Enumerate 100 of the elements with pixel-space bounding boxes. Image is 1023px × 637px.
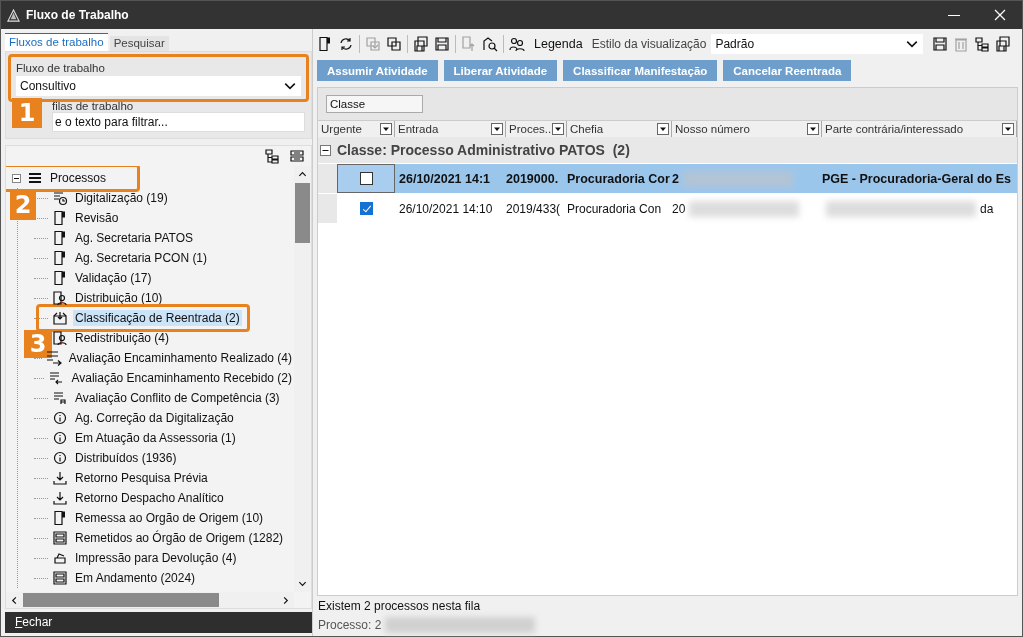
process-label: Processo: 2 [318,618,382,632]
tab[interactable]: Pesquisar [109,36,169,51]
table-row[interactable]: 26/10/2021 14:10 2019/433( Procuradoria Con 20 da [318,194,1017,223]
info-icon [52,430,68,446]
document-icon [52,510,68,526]
filter-dropdown-button[interactable] [380,123,392,135]
collapse-toggle[interactable] [12,173,21,183]
group-by-chip[interactable]: Classe [326,95,423,113]
document-icon [52,270,68,286]
tree-item[interactable]: Retorno Pesquisa Prévia [73,470,210,486]
list-icon [52,390,68,406]
cabinet-icon [52,530,68,546]
field-label: Fluxo de trabalho [16,61,106,76]
tree-item[interactable]: Em Andamento (2024) [73,570,198,586]
table-cell: 20 [672,201,686,216]
hierarchy-icon[interactable] [974,36,991,52]
save-icon[interactable] [932,36,949,52]
tree-item[interactable]: Ag. Secretaria PCON (1) [73,250,210,266]
legend-dropdown[interactable]: Legenda [534,37,583,51]
callout-number: 2 [10,190,36,220]
status-text: Existem 2 processos nesta fila [318,598,482,615]
table-cell: 2019/433( [506,201,561,216]
document-icon [52,210,68,226]
list-arrow-icon [45,350,62,366]
workflow-dropdown[interactable]: Consultivo [16,76,301,96]
tree-item[interactable]: Classificação de Reentrada (2) [73,310,242,326]
tree-item[interactable]: Processos [48,170,109,186]
app-logo-icon [7,8,20,22]
download-icon [52,490,68,506]
inbox-icon [52,310,68,326]
tree-item[interactable]: Retorno Despacho Analítico [73,490,226,506]
filter-dropdown-button[interactable] [1002,123,1014,135]
save-icon[interactable] [995,36,1012,52]
table-row[interactable]: 26/10/2021 14:1 2019000. Procuradoria Cor 2 PGE - Procuradoria-Geral do Es [318,164,1017,193]
person-icon [52,290,68,306]
filter-dropdown-button[interactable] [552,123,564,135]
scroll-up-icon[interactable] [298,170,307,179]
tree-item[interactable]: Digitalização (19) [73,190,170,206]
person-icon [52,330,68,346]
tree-item[interactable]: Ag. Secretaria PATOS [73,230,196,246]
save-icon[interactable] [434,36,450,52]
tree-item[interactable]: Impressão para Devolução (4) [73,550,239,566]
info-icon [52,450,68,466]
table-cell: 2 [672,171,679,186]
tree-item[interactable]: Avaliação Encaminhamento Realizado (4) [66,350,294,366]
table-cell: 26/10/2021 14:10 [399,201,493,216]
filter-dropdown-button[interactable] [657,123,669,135]
window-title: Fluxo de Trabalho [26,8,129,22]
collapse-toggle[interactable] [320,144,331,156]
view-style-dropdown[interactable]: Padrão [711,34,924,54]
tree-item[interactable]: Remetidos ao Órgão de Origem (1282) [73,530,286,546]
table-cell: Procuradoria Cor [567,171,670,186]
document-icon[interactable] [317,36,333,52]
cabinet-icon [52,570,68,586]
tree-item[interactable]: Em Atuação da Assessoria (1) [73,430,238,446]
field-label: filas de trabalho [52,100,135,112]
document-icon [52,250,68,266]
filter-input[interactable]: e o texto para filtrar... [52,112,305,132]
table-cell: PGE - Procuradoria-Geral do Es [822,171,1011,186]
filter-dropdown-button[interactable] [491,123,503,135]
scrollbar-thumb[interactable] [23,593,219,607]
table-cell: da [980,201,994,216]
tree-item[interactable]: Distribuição (10) [73,290,165,306]
hierarchy-icon[interactable] [264,148,280,164]
scroll-right-icon[interactable] [281,595,290,605]
close-button[interactable]: Fechar [5,612,312,633]
chevron-down-icon[interactable] [905,38,920,50]
close-icon[interactable] [994,9,1006,21]
collapse-icon[interactable] [289,148,305,164]
search-icon[interactable] [482,36,498,52]
scroll-left-icon[interactable] [10,595,19,605]
tree-item[interactable]: Avaliação Conflito de Competência (3) [73,390,282,406]
group-header: Classe: Processo Administrativo PATOS (2) [337,142,630,158]
tab[interactable]: Fluxos de trabalho [5,33,108,51]
table-cell: 26/10/2021 14:1 [399,171,491,186]
tree-item[interactable]: Revisão [73,210,121,226]
info-icon [52,410,68,426]
scroll-down-icon[interactable] [298,579,307,588]
table-cell: Procuradoria Con [567,201,662,216]
save-icon[interactable] [413,36,429,52]
table-cell: 2019000. [506,171,559,186]
checkbox[interactable] [359,202,373,215]
list-arrow-icon [48,370,65,386]
copy-icon[interactable] [386,36,402,52]
tree-item[interactable]: Avaliação Encaminhamento Recebido (2) [69,370,294,386]
refresh-icon[interactable] [338,36,354,52]
document-icon [52,230,68,246]
tree-item[interactable]: Validação (17) [73,270,154,286]
scanner-clock-icon [52,190,68,206]
tree-item[interactable]: Distribuídos (1936) [73,450,179,466]
view-style-label: Estilo da visualização [591,37,707,51]
checkbox[interactable] [359,172,373,185]
chevron-down-icon[interactable] [283,80,297,92]
tree-item[interactable]: Redistribuição (4) [73,330,172,346]
people-icon[interactable] [509,36,525,52]
tree-item[interactable]: Remessa ao Orgão de Origem (10) [73,510,266,526]
tree-item[interactable]: Ag. Correção da Digitalização [73,410,236,426]
filter-dropdown-button[interactable] [807,123,819,135]
download-icon [52,470,68,486]
scrollbar-thumb[interactable] [295,183,310,243]
